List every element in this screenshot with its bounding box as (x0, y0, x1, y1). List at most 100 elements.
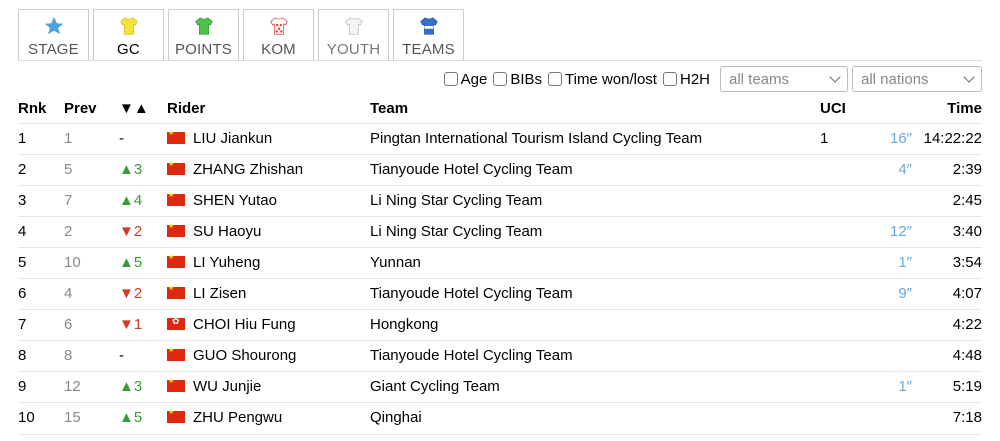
cell-prev: 12 (64, 370, 119, 402)
tab-label: TEAMS (402, 41, 455, 58)
table-row: 64▼2 LI Zisen Tianyoude Hotel Cycling Team… (18, 277, 982, 309)
table-row: 42▼2 SU Haoyu Li Ning Star Cycling Team 12″… (18, 215, 982, 247)
table-row: 37▲4 SHEN Yutao Li Ning Star Cycling Team 2… (18, 184, 982, 216)
tab-points[interactable]: POINTS (168, 9, 239, 61)
teams-select[interactable]: all teams (720, 66, 848, 92)
cell-rank: 5 (18, 246, 64, 278)
cell-prev: 10 (64, 246, 119, 278)
cell-bonus (870, 308, 912, 340)
team-link[interactable]: Li Ning Star Cycling Team (370, 223, 542, 240)
cell-bonus: 16″ (870, 122, 912, 154)
rider-link[interactable]: CHOI Hiu Fung (193, 316, 296, 333)
table-continuation (18, 434, 982, 441)
cell-team: Tianyoude Hotel Cycling Team (370, 277, 820, 309)
cell-rider: CHOI Hiu Fung (167, 308, 370, 340)
team-link[interactable]: Yunnan (370, 254, 421, 271)
tab-label: GC (117, 41, 140, 58)
header-rider[interactable]: Rider (167, 95, 370, 123)
china-flag-icon (167, 346, 185, 361)
cell-rank: 3 (18, 184, 64, 216)
cell-rider: SHEN Yutao (167, 184, 370, 216)
cell-rider: LIU Jiankun (167, 122, 370, 154)
cell-uci (820, 215, 870, 247)
tab-label: KOM (261, 41, 296, 58)
cell-rank: 10 (18, 401, 64, 433)
rider-link[interactable]: LI Zisen (193, 285, 246, 302)
cell-diff: ▲4 (119, 184, 167, 216)
table-row: 11-LIU JiankunPingtan International Tour… (18, 122, 982, 154)
cell-diff: ▲5 (119, 246, 167, 278)
table-row: 912▲3 WU Junjie Giant Cycling Team 1″5:19 (18, 370, 982, 402)
rider-link[interactable]: LI Yuheng (193, 254, 260, 271)
cell-prev: 7 (64, 184, 119, 216)
team-link[interactable]: Giant Cycling Team (370, 378, 500, 395)
tab-kom[interactable]: KOM (243, 9, 314, 61)
cell-diff: - (119, 339, 167, 371)
cell-team: Pingtan International Tourism Island Cyc… (370, 122, 820, 154)
cell-diff: ▲3 (119, 370, 167, 402)
bibs-checkbox[interactable]: BIBs (493, 71, 542, 88)
rider-link[interactable]: GUO Shourong (193, 347, 296, 364)
rider-link[interactable]: LIU Jiankun (193, 130, 272, 147)
header-time[interactable]: Time (912, 95, 982, 123)
age-checkbox[interactable]: Age (443, 71, 487, 88)
china-flag-icon (167, 222, 185, 237)
checkbox-box[interactable] (443, 72, 458, 86)
header-rnk[interactable]: Rnk (18, 95, 64, 123)
cell-team: Hongkong (370, 308, 820, 340)
team-link[interactable]: Hongkong (370, 316, 438, 333)
cell-diff: ▲3 (119, 153, 167, 185)
table-row: 25▲3 ZHANG Zhishan Tianyoude Hotel Cycling… (18, 153, 982, 185)
team-link[interactable]: Pingtan International Tourism Island Cyc… (370, 130, 702, 147)
star-icon (44, 16, 63, 35)
cell-team: Tianyoude Hotel Cycling Team (370, 153, 820, 185)
header-prev[interactable]: Prev (64, 95, 119, 123)
tab-youth[interactable]: YOUTH (318, 9, 389, 61)
cell-uci: 1 (820, 122, 870, 154)
green-jersey-icon (194, 17, 213, 35)
cell-rank: 9 (18, 370, 64, 402)
checkbox-box[interactable] (493, 72, 508, 86)
cell-team: Yunnan (370, 246, 820, 278)
checkbox-box[interactable] (662, 72, 677, 86)
cell-rank: 1 (18, 122, 64, 154)
china-flag-icon (167, 284, 185, 299)
checkbox-box[interactable] (548, 72, 562, 86)
rider-link[interactable]: WU Junjie (193, 378, 261, 395)
china-flag-icon (167, 253, 185, 268)
cell-team: Tianyoude Hotel Cycling Team (370, 339, 820, 371)
rider-link[interactable]: SU Haoyu (193, 223, 261, 240)
classification-tabs: STAGE GC POINTS KOM YOUTH TEAMS (18, 9, 464, 61)
rider-link[interactable]: ZHU Pengwu (193, 409, 282, 426)
team-link[interactable]: Tianyoude Hotel Cycling Team (370, 347, 573, 364)
cell-uci (820, 246, 870, 278)
header-bonus (870, 95, 912, 123)
rider-link[interactable]: ZHANG Zhishan (193, 161, 303, 178)
team-link[interactable]: Tianyoude Hotel Cycling Team (370, 285, 573, 302)
h2h-checkbox[interactable]: H2H (662, 70, 710, 88)
cell-prev: 6 (64, 308, 119, 340)
nations-select[interactable]: all nations (852, 66, 982, 92)
china-flag-icon (167, 408, 185, 424)
cell-bonus (870, 339, 912, 371)
header-team[interactable]: Team (370, 95, 820, 123)
cell-bonus: 4″ (870, 153, 912, 185)
cell-uci (820, 153, 870, 185)
team-link[interactable]: Tianyoude Hotel Cycling Team (370, 161, 573, 178)
cell-rider: ZHU Pengwu (167, 401, 370, 433)
rider-link[interactable]: SHEN Yutao (193, 192, 277, 209)
header-uci[interactable]: UCI (820, 95, 870, 123)
team-link[interactable]: Qinghai (370, 409, 422, 426)
cell-time: 2:39 (912, 153, 982, 185)
tab-gc[interactable]: GC (93, 9, 164, 61)
time-won-lost-checkbox[interactable]: Time won/lost (548, 71, 657, 88)
cell-bonus: 1″ (870, 370, 912, 402)
tab-teams[interactable]: TEAMS (393, 9, 464, 61)
cell-prev: 2 (64, 215, 119, 247)
tab-stage[interactable]: STAGE (18, 9, 89, 61)
team-link[interactable]: Li Ning Star Cycling Team (370, 192, 542, 209)
cell-rank: 4 (18, 215, 64, 247)
yellow-jersey-icon (119, 17, 138, 35)
header-diff[interactable]: ▼▲ (119, 95, 167, 123)
checkbox-label: H2H (679, 70, 710, 88)
